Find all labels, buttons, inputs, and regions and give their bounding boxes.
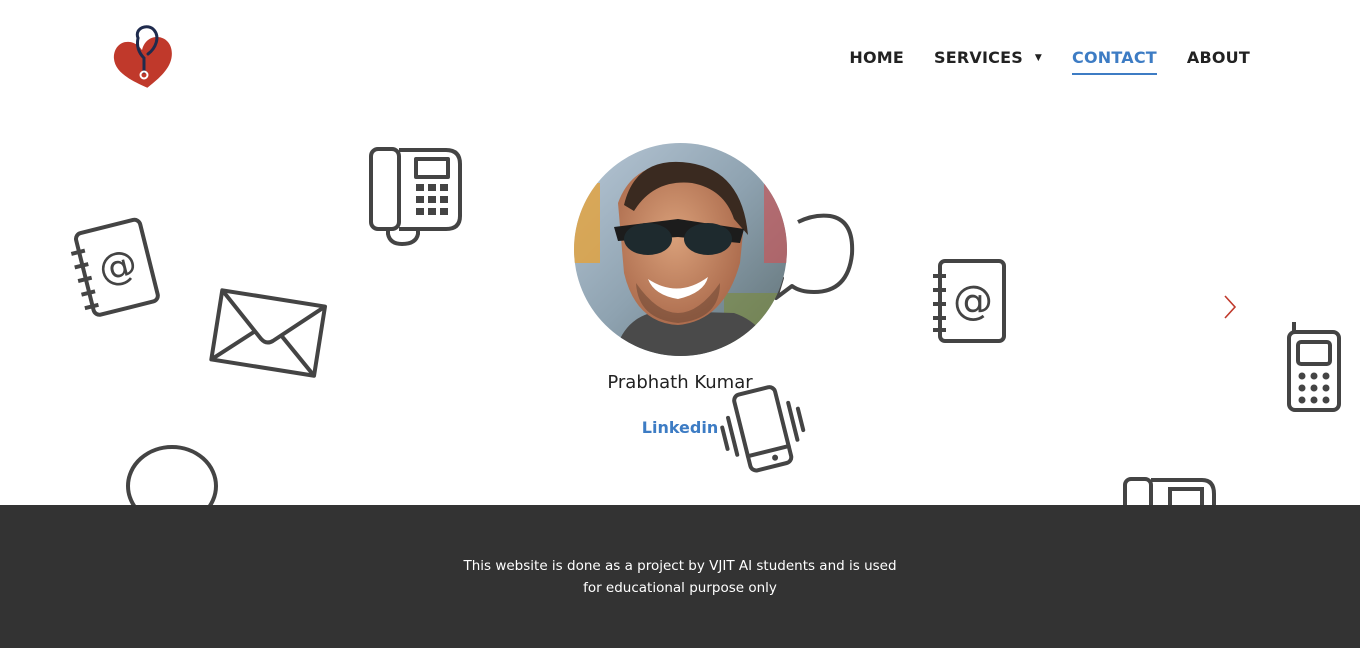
main-nav: HOME SERVICES ▼ CONTACT ABOUT [849, 48, 1250, 75]
nav-home[interactable]: HOME [849, 48, 904, 73]
envelope-icon [206, 284, 330, 384]
footer-line-2: for educational purpose only [583, 580, 777, 596]
nav-services-label: SERVICES [934, 48, 1023, 67]
nav-contact[interactable]: CONTACT [1072, 48, 1157, 75]
desk-phone-icon [1120, 474, 1220, 505]
site-footer: This website is done as a project by VJI… [0, 505, 1360, 648]
profile-name: Prabhath Kumar [607, 372, 753, 393]
mobile-phone-icon [1284, 318, 1344, 418]
svg-text:@: @ [94, 240, 142, 292]
nav-services[interactable]: SERVICES ▼ [934, 48, 1042, 73]
caret-down-icon: ▼ [1034, 52, 1043, 63]
heart-stethoscope-icon [113, 25, 172, 88]
site-logo[interactable] [108, 24, 180, 96]
linkedin-link[interactable]: Linkedin [600, 418, 760, 437]
speech-bubble-icon [122, 440, 222, 505]
desk-phone-icon [366, 144, 466, 248]
nav-about[interactable]: ABOUT [1187, 48, 1250, 73]
footer-line-1: This website is done as a project by VJI… [463, 558, 897, 574]
address-book-icon: @ [930, 256, 1010, 348]
profile-photo [574, 143, 787, 356]
footer-text: This website is done as a project by VJI… [460, 555, 900, 599]
chevron-right-icon [1224, 295, 1237, 319]
svg-text:@: @ [953, 278, 993, 324]
carousel-next-button[interactable] [1220, 292, 1240, 322]
address-book-icon: @ [64, 214, 164, 322]
